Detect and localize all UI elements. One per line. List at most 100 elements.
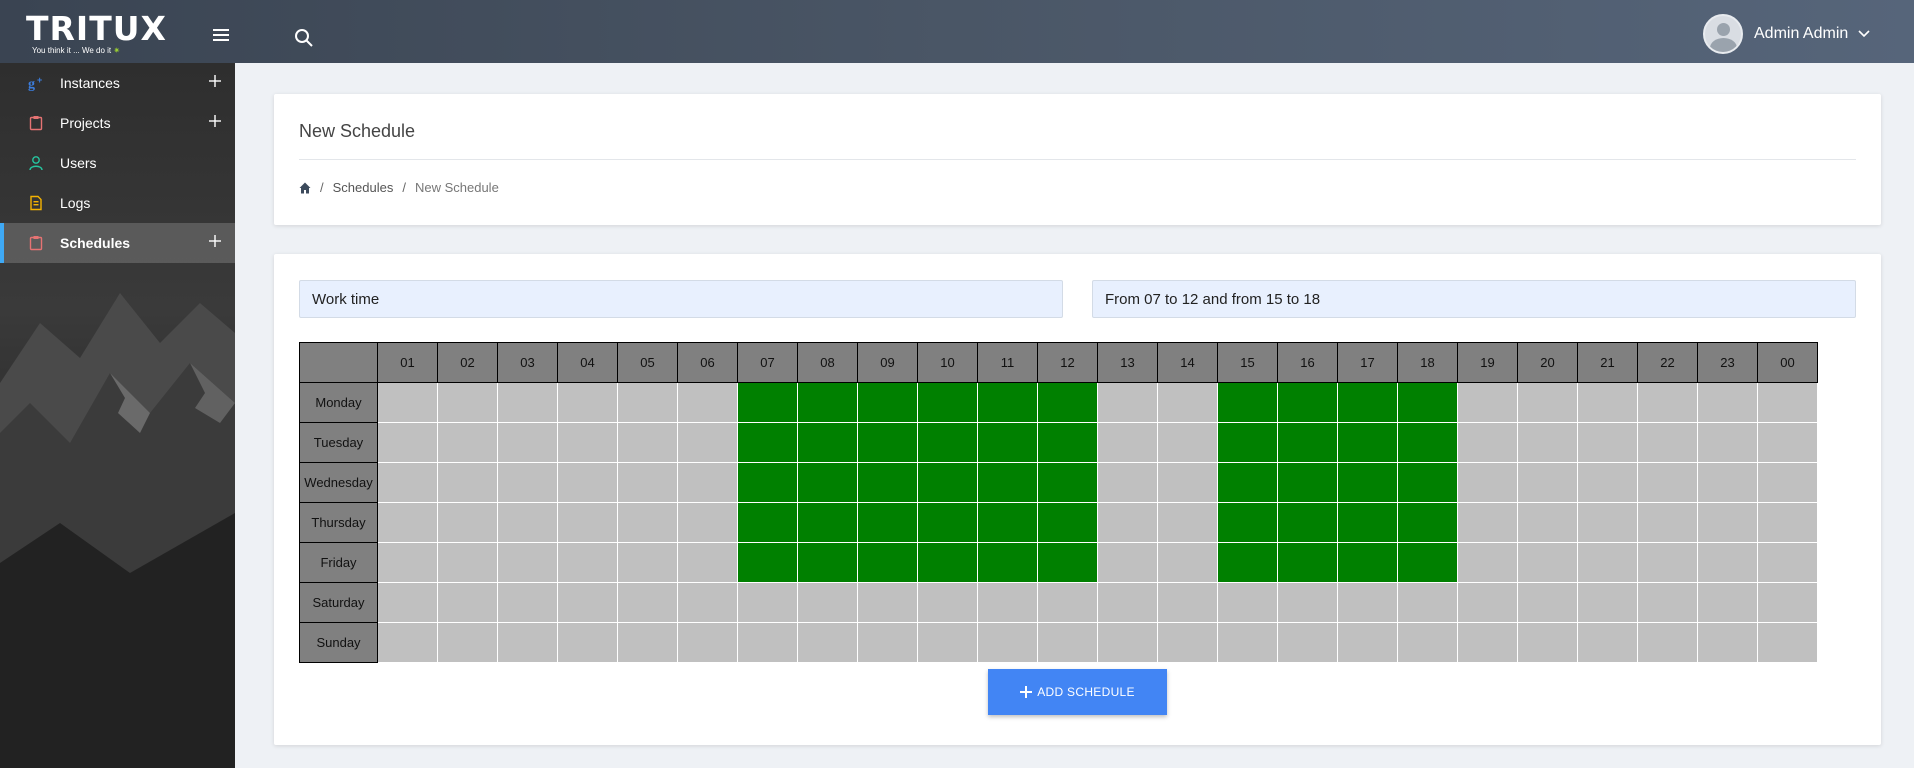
schedule-cell[interactable] [1517,462,1578,503]
schedule-cell-active[interactable] [1037,542,1098,583]
schedule-cell[interactable] [497,622,558,663]
schedule-cell[interactable] [977,582,1038,623]
brand-logo[interactable]: TRITUX You think it ... We do it ✷ [26,12,176,56]
schedule-cell[interactable] [377,462,438,503]
add-schedule-button[interactable]: ADD SCHEDULE [988,669,1167,715]
schedule-cell[interactable] [1697,462,1758,503]
schedule-cell[interactable] [1757,542,1818,583]
schedule-cell[interactable] [677,382,738,423]
schedule-cell[interactable] [677,542,738,583]
plus-icon[interactable] [209,115,221,127]
schedule-cell[interactable] [1457,542,1518,583]
schedule-cell-active[interactable] [1277,422,1338,463]
schedule-cell[interactable] [677,462,738,503]
schedule-cell[interactable] [1037,582,1098,623]
schedule-cell[interactable] [797,622,858,663]
schedule-cell[interactable] [437,542,498,583]
schedule-cell[interactable] [1757,502,1818,543]
schedule-cell[interactable] [1397,582,1458,623]
schedule-cell[interactable] [1517,582,1578,623]
schedule-cell[interactable] [737,622,798,663]
search-icon[interactable] [294,28,314,48]
schedule-cell[interactable] [677,622,738,663]
schedule-cell[interactable] [1097,622,1158,663]
schedule-cell[interactable] [1697,622,1758,663]
schedule-cell-active[interactable] [737,542,798,583]
home-icon[interactable] [299,182,311,194]
schedule-cell[interactable] [1577,462,1638,503]
schedule-description-input[interactable] [1092,280,1856,318]
schedule-cell-active[interactable] [857,502,918,543]
schedule-cell-active[interactable] [1337,462,1398,503]
schedule-cell[interactable] [1517,502,1578,543]
schedule-cell-active[interactable] [1337,542,1398,583]
schedule-cell[interactable] [1637,382,1698,423]
schedule-cell[interactable] [1337,582,1398,623]
schedule-cell-active[interactable] [797,542,858,583]
schedule-cell[interactable] [977,622,1038,663]
schedule-cell[interactable] [617,582,678,623]
schedule-cell[interactable] [1517,622,1578,663]
schedule-cell[interactable] [1637,502,1698,543]
schedule-cell[interactable] [1217,622,1278,663]
schedule-cell-active[interactable] [797,462,858,503]
schedule-name-input[interactable] [299,280,1063,318]
schedule-cell[interactable] [497,582,558,623]
schedule-cell[interactable] [1157,462,1218,503]
schedule-cell[interactable] [497,542,558,583]
schedule-cell[interactable] [557,382,618,423]
schedule-cell-active[interactable] [1037,422,1098,463]
schedule-cell-active[interactable] [1337,382,1398,423]
schedule-cell[interactable] [1457,622,1518,663]
schedule-cell-active[interactable] [917,422,978,463]
schedule-cell[interactable] [1757,462,1818,503]
schedule-cell[interactable] [917,622,978,663]
schedule-cell-active[interactable] [1277,542,1338,583]
sidebar-item-users[interactable]: Users [0,143,235,183]
plus-icon[interactable] [209,235,221,247]
schedule-cell[interactable] [557,502,618,543]
schedule-cell-active[interactable] [977,502,1038,543]
schedule-cell-active[interactable] [1397,542,1458,583]
schedule-cell[interactable] [1097,582,1158,623]
schedule-cell[interactable] [1757,622,1818,663]
schedule-cell[interactable] [1457,462,1518,503]
sidebar-item-projects[interactable]: Projects [0,103,235,143]
schedule-cell[interactable] [1337,622,1398,663]
schedule-cell-active[interactable] [1217,502,1278,543]
schedule-cell-active[interactable] [737,462,798,503]
schedule-cell[interactable] [1637,542,1698,583]
schedule-cell[interactable] [1697,542,1758,583]
schedule-cell[interactable] [1217,582,1278,623]
schedule-cell-active[interactable] [1337,502,1398,543]
schedule-cell[interactable] [437,462,498,503]
schedule-cell[interactable] [377,542,438,583]
schedule-cell[interactable] [1637,462,1698,503]
schedule-cell[interactable] [857,622,918,663]
menu-toggle-icon[interactable] [210,27,232,43]
sidebar-item-schedules[interactable]: Schedules [0,223,235,263]
schedule-cell-active[interactable] [1397,462,1458,503]
schedule-cell[interactable] [677,422,738,463]
schedule-cell[interactable] [1457,502,1518,543]
schedule-cell[interactable] [1157,622,1218,663]
schedule-cell[interactable] [557,542,618,583]
schedule-cell[interactable] [617,622,678,663]
schedule-cell-active[interactable] [977,542,1038,583]
schedule-cell-active[interactable] [737,422,798,463]
schedule-cell[interactable] [1097,462,1158,503]
schedule-cell-active[interactable] [1217,382,1278,423]
schedule-cell[interactable] [1517,422,1578,463]
schedule-cell[interactable] [377,422,438,463]
schedule-cell[interactable] [497,462,558,503]
schedule-cell-active[interactable] [1037,382,1098,423]
schedule-cell-active[interactable] [917,502,978,543]
schedule-cell[interactable] [557,422,618,463]
schedule-cell[interactable] [1157,422,1218,463]
schedule-cell[interactable] [1457,422,1518,463]
schedule-cell[interactable] [1697,382,1758,423]
schedule-cell[interactable] [677,582,738,623]
schedule-cell-active[interactable] [737,382,798,423]
schedule-cell[interactable] [1577,422,1638,463]
schedule-cell-active[interactable] [857,422,918,463]
